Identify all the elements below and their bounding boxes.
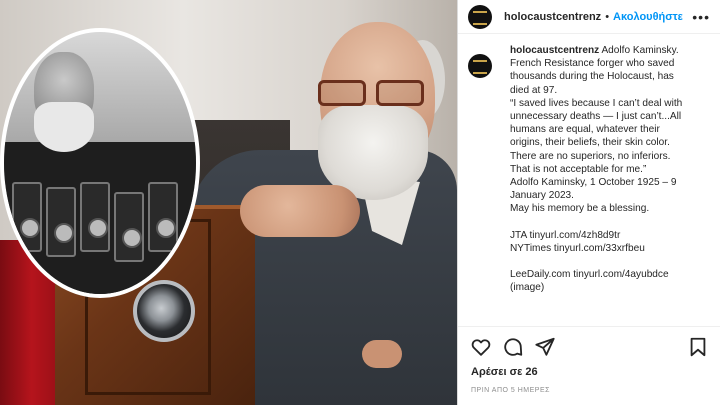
post-actions-bar <box>458 326 720 366</box>
man-hand <box>240 185 360 237</box>
post-side-panel: holocaustcentrenz • Ακολουθήστε ••• holo… <box>457 0 720 405</box>
caption-line: There are no superiors, no inferiors. <box>510 150 671 162</box>
post-timestamp: ΠΡΙΝ ΑΠΟ 5 ΗΜΕΡΕΣ <box>471 387 550 394</box>
caption-line: Adolfo Kaminsky. <box>601 45 679 56</box>
man-glasses <box>318 80 430 106</box>
caption-line: May his memory be a blessing. <box>510 203 650 215</box>
caption-line: unnecessary deaths — I just can’t...All <box>510 111 682 123</box>
inset-camera <box>46 187 76 257</box>
header-separator: • <box>605 10 610 23</box>
inset-camera <box>12 182 42 252</box>
caption-area[interactable]: holocaustcentrenz Adolfo Kaminsky. Frenc… <box>458 44 720 326</box>
header-username[interactable]: holocaustcentrenz <box>504 11 601 23</box>
inset-portrait-bw <box>0 28 200 298</box>
inset-beard <box>34 102 94 152</box>
caption-link[interactable]: LeeDaily.com tinyurl.com/4ayubdce <box>510 268 713 281</box>
caption-link[interactable]: NYTimes tinyurl.com/33xrfbeu <box>510 242 713 255</box>
inset-camera <box>114 192 144 262</box>
caption-line: (image) <box>510 282 545 294</box>
bookmark-icon[interactable] <box>687 336 709 358</box>
caption-line: That is not acceptable for me.” <box>510 163 647 175</box>
caption-line: “I saved lives because I can’t deal with <box>510 97 683 109</box>
more-horizontal-icon[interactable]: ••• <box>692 9 710 25</box>
heart-icon[interactable] <box>470 336 492 358</box>
caption-line: died at 97. <box>510 84 558 96</box>
man-hand-lower <box>362 340 402 368</box>
send-icon[interactable] <box>534 336 556 358</box>
caption-link[interactable]: JTA tinyurl.com/4zh8d9tr <box>510 229 713 242</box>
caption-line: January 2023. <box>510 190 574 202</box>
inset-camera <box>80 182 110 252</box>
caption-username[interactable]: holocaustcentrenz <box>510 45 599 56</box>
caption-text: holocaustcentrenz Adolfo Kaminsky. Frenc… <box>510 44 713 294</box>
follow-button[interactable]: Ακολουθήστε <box>613 11 683 23</box>
caption-line: humans are equal, whatever their <box>510 124 660 136</box>
post-header: holocaustcentrenz • Ακολουθήστε ••• <box>458 0 720 34</box>
caption-line: French Resistance forger who saved <box>510 58 675 70</box>
caption-line: Adolfo Kaminsky, 1 October 1925 – 9 <box>510 177 677 189</box>
profile-avatar[interactable] <box>468 4 492 29</box>
caption-line: origins, their beliefs, their skin color… <box>510 137 670 149</box>
caption-line: thousands during the Holocaust, has <box>510 71 674 83</box>
caption-avatar[interactable] <box>468 54 492 78</box>
likes-count[interactable]: Αρέσει σε 26 <box>471 366 538 378</box>
comment-icon[interactable] <box>502 336 524 358</box>
post-image[interactable] <box>0 0 457 405</box>
inset-camera <box>148 182 178 252</box>
